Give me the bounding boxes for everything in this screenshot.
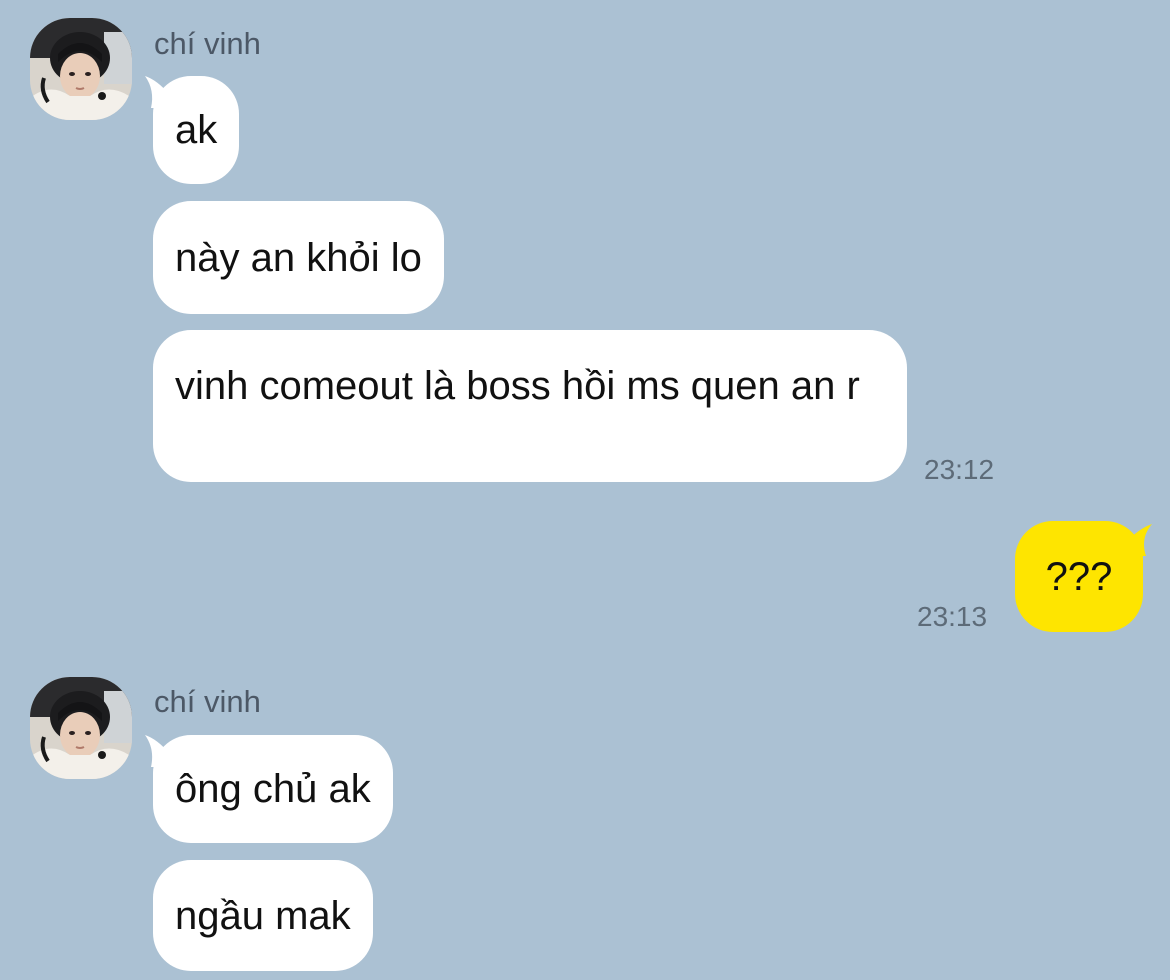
message-bubble[interactable]: vinh comeout là boss hồi ms quen an r <box>153 330 907 482</box>
message-text: ??? <box>1045 554 1113 599</box>
message-bubble[interactable]: ??? <box>1015 521 1143 632</box>
message-text: này an khỏi lo <box>175 235 422 280</box>
avatar[interactable] <box>30 677 132 779</box>
sender-name: chí vinh <box>154 26 261 61</box>
message-bubble[interactable]: này an khỏi lo <box>153 201 444 314</box>
message-text: ak <box>175 108 218 152</box>
message-bubble[interactable]: ông chủ ak <box>153 735 393 843</box>
message-timestamp: 23:13 <box>917 601 988 632</box>
message-text: vinh comeout là boss hồi ms quen an r <box>175 364 860 408</box>
message-bubble[interactable]: ak <box>153 76 240 184</box>
avatar-photo <box>30 677 132 779</box>
avatar-photo <box>30 18 132 120</box>
message-timestamp: 23:12 <box>924 454 995 485</box>
message-text: ông chủ ak <box>175 767 371 811</box>
message-bubble[interactable]: ngầu mak <box>153 860 373 971</box>
avatar[interactable] <box>30 18 132 120</box>
message-text: ngầu mak <box>175 893 351 938</box>
sender-name: chí vinh <box>154 684 261 719</box>
